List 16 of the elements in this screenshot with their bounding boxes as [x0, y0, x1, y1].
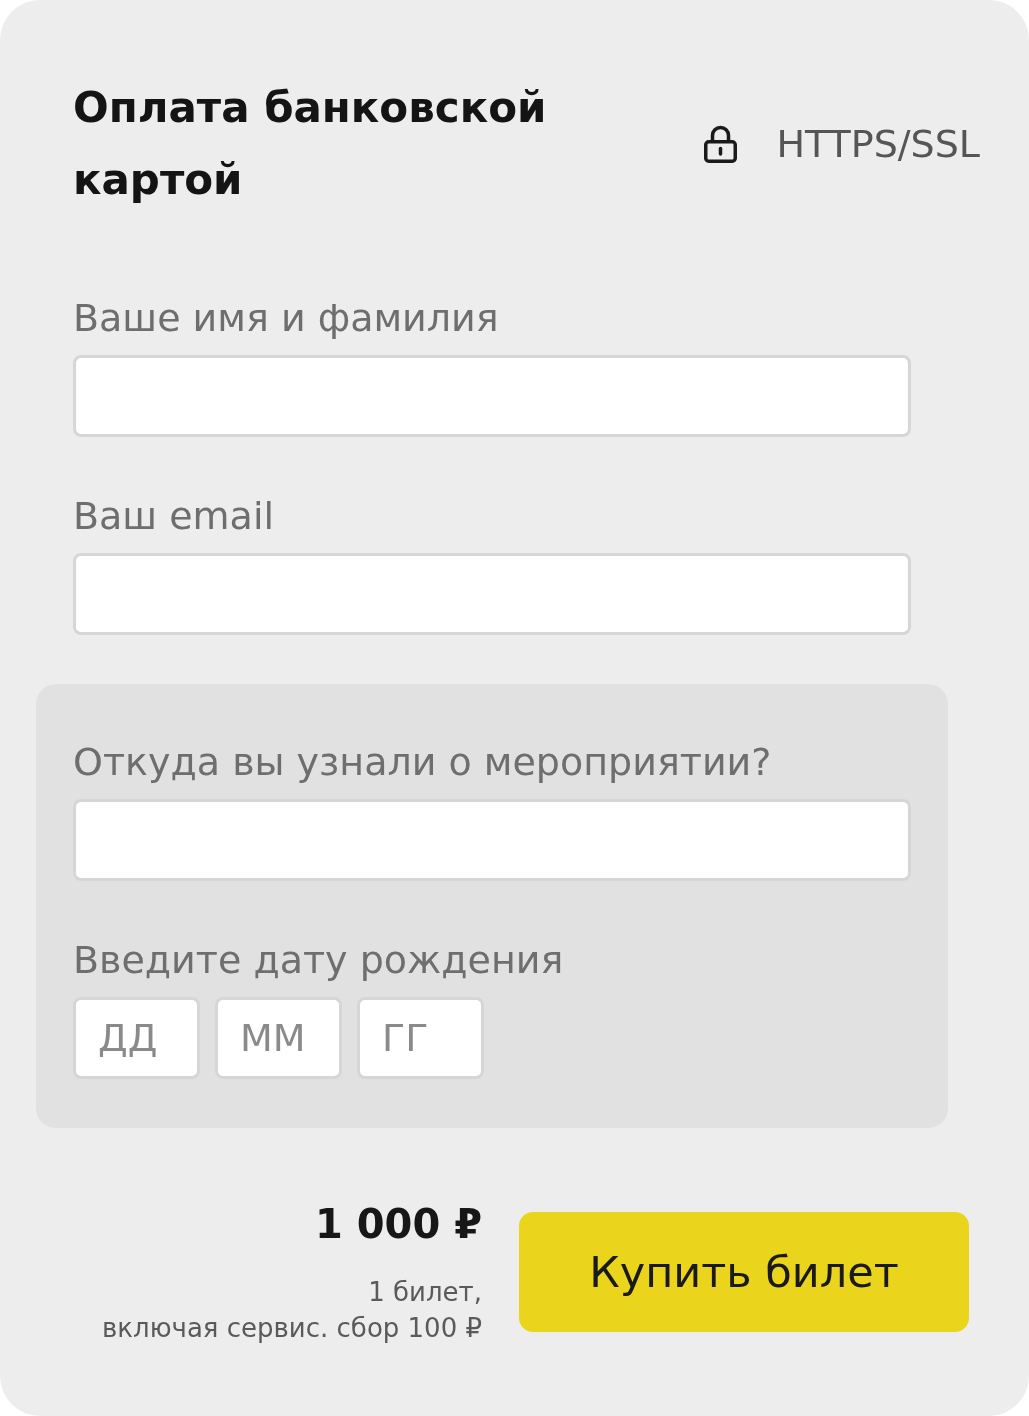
- lock-icon: [704, 125, 738, 163]
- input-field[interactable]: [73, 355, 911, 437]
- date-part-field[interactable]: ДД: [73, 997, 200, 1079]
- field-label: Откуда вы узнали о мероприятии?: [73, 739, 773, 786]
- date-part-field[interactable]: ГГ: [357, 997, 484, 1079]
- field-label: Ваш email: [73, 493, 275, 540]
- form-title: Оплата банковской картой: [73, 82, 548, 206]
- field-label: Введите дату рождения: [73, 937, 565, 984]
- price-note: 1 билет, включая сервис. сбор 100 ₽: [101, 1276, 482, 1345]
- price-total: 1 000 ₽: [314, 1204, 482, 1244]
- field-label: Ваше имя и фамилия: [73, 295, 500, 342]
- security-label: HTTPS/SSL: [776, 121, 980, 167]
- buy-button[interactable]: Купить билет: [519, 1212, 969, 1332]
- input-field[interactable]: [73, 799, 911, 881]
- input-field[interactable]: [73, 553, 911, 635]
- date-part-field[interactable]: ММ: [215, 997, 342, 1079]
